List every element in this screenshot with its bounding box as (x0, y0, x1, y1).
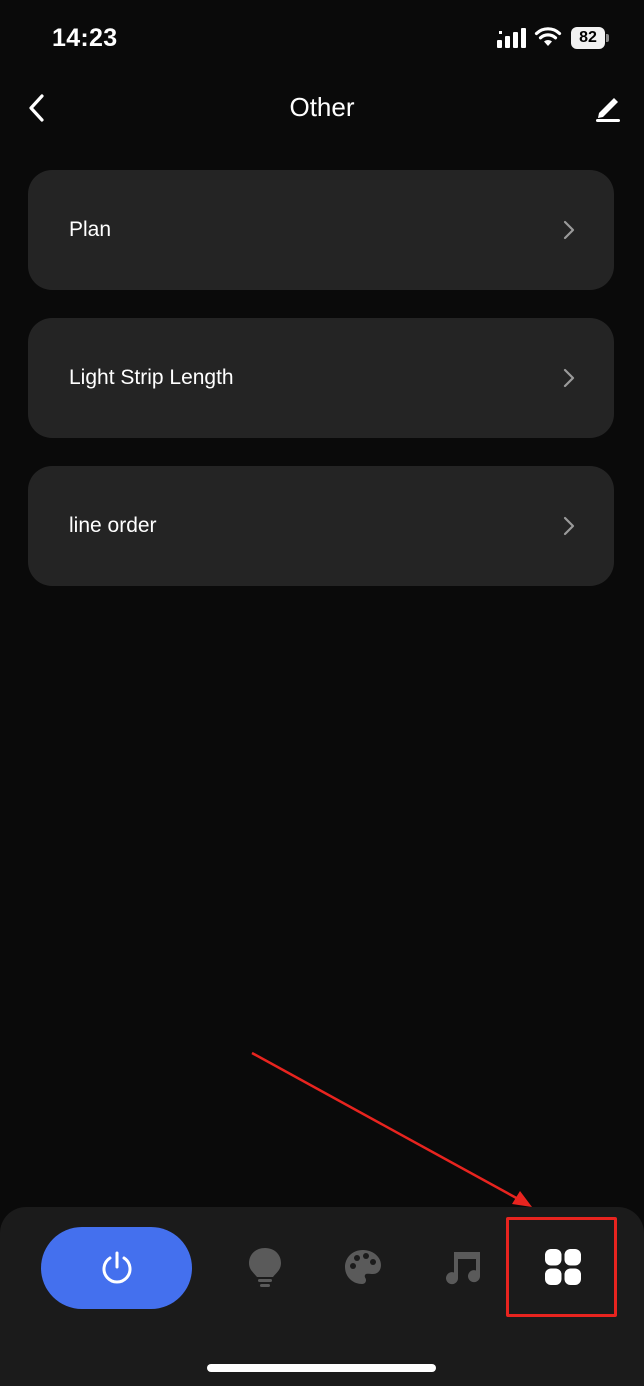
tab-light[interactable] (243, 1245, 287, 1289)
power-icon (102, 1251, 131, 1284)
menu-list: Plan Light Strip Length line order (28, 170, 614, 614)
home-indicator (207, 1364, 436, 1372)
chevron-right-icon (563, 220, 575, 240)
annotation-highlight-box (506, 1217, 617, 1317)
header: Other (0, 80, 644, 136)
menu-item-light-strip-length[interactable]: Light Strip Length (28, 318, 614, 438)
menu-item-label: Plan (69, 218, 112, 241)
tab-color[interactable] (341, 1245, 385, 1289)
menu-item-label: line order (69, 514, 157, 537)
wifi-icon (534, 27, 562, 46)
bottom-nav (0, 1207, 644, 1386)
status-time: 14:23 (52, 24, 118, 52)
menu-item-line-order[interactable]: line order (28, 466, 614, 586)
tab-music[interactable] (441, 1245, 485, 1289)
chevron-right-icon (563, 516, 575, 536)
menu-item-label: Light Strip Length (69, 366, 234, 389)
battery-level: 82 (579, 29, 597, 46)
lightbulb-icon (249, 1248, 281, 1287)
power-button[interactable] (41, 1227, 192, 1309)
page-title: Other (289, 92, 355, 122)
status-bar: 14:23 82 (0, 0, 644, 80)
menu-item-plan[interactable]: Plan (28, 170, 614, 290)
chevron-right-icon (563, 368, 575, 388)
edit-button[interactable] (590, 88, 626, 128)
palette-icon (345, 1250, 381, 1284)
battery-cap (606, 34, 609, 42)
battery-body: 82 (571, 27, 605, 49)
signal-icon (497, 28, 526, 48)
pencil-icon (596, 98, 620, 122)
battery-icon: 82 (571, 27, 609, 49)
music-note-icon (446, 1252, 481, 1285)
